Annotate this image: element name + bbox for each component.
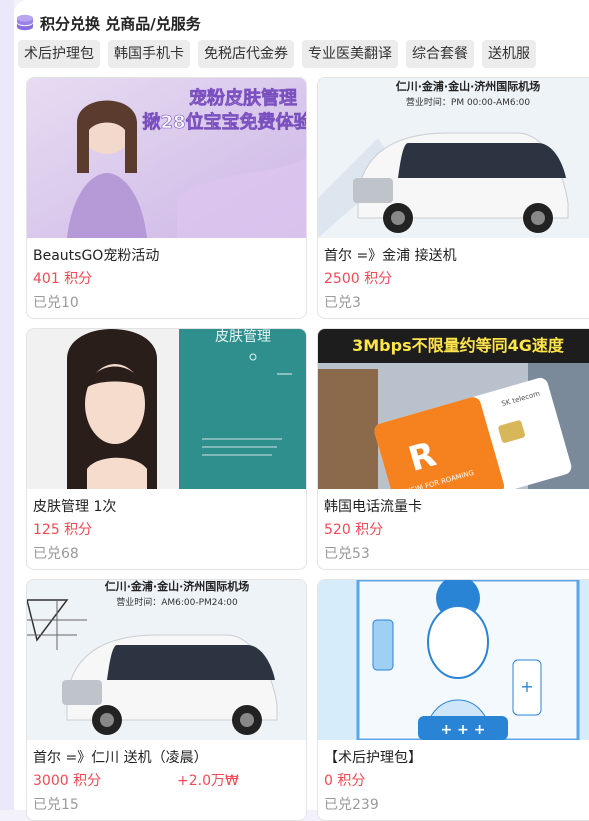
product-points: 125 积分 — [33, 522, 93, 538]
banner-line-2: 营业时间：PM 00:00-AM6:00 — [406, 96, 530, 108]
product-card[interactable]: + + + + 【术后护理包】 0 积分 已兑239 — [317, 579, 589, 821]
product-card[interactable]: 仁川·金浦·金山·济州国际机场 营业时间：PM 00:00-AM6:00 首尔 … — [317, 77, 589, 319]
banner-line-1: 宠粉皮肤管理 — [189, 87, 297, 109]
product-image: 皮肤管理 — [27, 329, 306, 489]
product-sold-count: 已兑53 — [324, 546, 370, 562]
product-name: 皮肤管理 1次 — [33, 499, 117, 515]
product-points: 401 积分 — [33, 271, 93, 287]
product-card[interactable]: 3Mbps不限量约等同4G速度 R USIM FOR ROAMING SK te… — [317, 328, 589, 570]
product-points: 3000 积分 — [33, 773, 102, 789]
tab-package[interactable]: 综合套餐 — [406, 40, 474, 68]
tab-airport-transfer[interactable]: 送机服 — [482, 40, 536, 68]
product-image: 仁川·金浦·金山·济州国际机场 营业时间：AM6:00-PM24:00 — [27, 580, 306, 740]
banner-line-1: 3Mbps不限量约等同4G速度 — [352, 336, 565, 355]
product-image: + + + + — [318, 580, 589, 740]
product-card[interactable]: 宠粉皮肤管理 揪28位宝宝免费体验 BeautsGO宠粉活动 401 积分 已兑… — [26, 77, 307, 319]
product-sold-count: 已兑10 — [33, 295, 79, 311]
product-points: 2500 积分 — [324, 271, 393, 287]
product-image: 仁川·金浦·金山·济州国际机场 营业时间：PM 00:00-AM6:00 — [318, 78, 589, 238]
product-name: 首尔 =》仁川 送机（凌晨） — [33, 750, 208, 766]
product-name: 【术后护理包】 — [324, 750, 422, 766]
tab-medical-translation[interactable]: 专业医美翻译 — [302, 40, 398, 68]
product-sold-count: 已兑15 — [33, 797, 79, 813]
banner-line-1: 仁川·金浦·金山·济州国际机场 — [396, 79, 541, 93]
product-card[interactable]: 皮肤管理 皮肤管理 1次 125 积分 已兑68 — [26, 328, 307, 570]
product-name: BeautsGO宠粉活动 — [33, 248, 160, 264]
product-sold-count: 已兑68 — [33, 546, 79, 562]
banner-line-2: 营业时间：AM6:00-PM24:00 — [116, 596, 238, 608]
banner-line-1: 仁川·金浦·金山·济州国际机场 — [105, 580, 250, 593]
product-sold-count: 已兑239 — [324, 797, 379, 813]
page-header: 积分兑换 兑商品/兑服务 — [14, 10, 201, 36]
tab-duty-free-voucher[interactable]: 免税店代金券 — [198, 40, 294, 68]
coins-icon — [17, 14, 33, 31]
page-title: 积分兑换 兑商品/兑服务 — [40, 14, 201, 33]
svg-text:+: + — [520, 677, 533, 696]
product-image: 宠粉皮肤管理 揪28位宝宝免费体验 — [27, 78, 306, 238]
svg-text:+ + +: + + + — [441, 722, 486, 738]
product-sold-count: 已兑3 — [324, 295, 361, 311]
left-background-strip — [0, 0, 14, 810]
product-points: 520 积分 — [324, 522, 384, 538]
product-card[interactable]: 仁川·金浦·金山·济州国际机场 营业时间：AM6:00-PM24:00 首尔 =… — [26, 579, 307, 821]
banner-line-1: 皮肤管理 — [215, 329, 271, 345]
product-extra-price: +2.0万₩ — [177, 773, 239, 789]
product-name: 首尔 =》金浦 接送机 — [324, 248, 457, 264]
tab-post-op-care[interactable]: 术后护理包 — [18, 40, 100, 68]
banner-line-2: 揪28位宝宝免费体验 — [142, 111, 306, 133]
product-image: 3Mbps不限量约等同4G速度 R USIM FOR ROAMING SK te… — [318, 329, 589, 489]
product-points: 0 积分 — [324, 773, 366, 789]
tab-korea-sim[interactable]: 韩国手机卡 — [108, 40, 190, 68]
product-name: 韩国电话流量卡 — [324, 499, 422, 515]
category-tabs: 术后护理包 韩国手机卡 免税店代金券 专业医美翻译 综合套餐 送机服 — [18, 40, 536, 68]
